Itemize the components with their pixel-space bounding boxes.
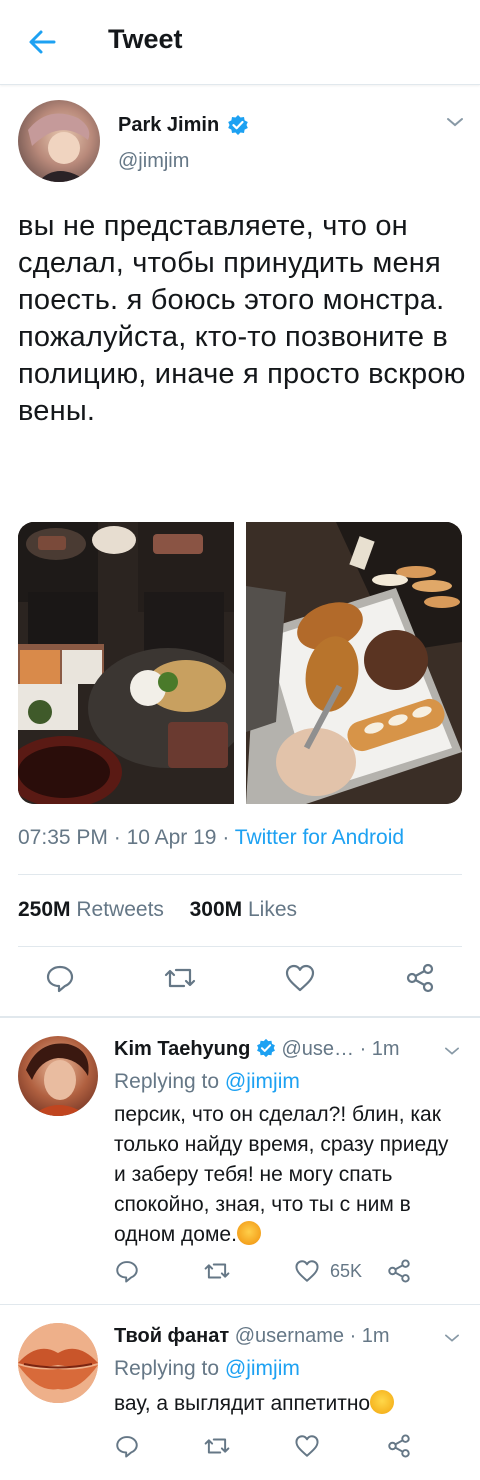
tweet-meta: 07:35 PM · 10 Apr 19 · Twitter for Andro…	[18, 826, 404, 850]
smiling-face-emoji-icon	[370, 1390, 395, 1414]
tweet-actions	[0, 962, 480, 1002]
separator-dot: ·	[222, 826, 230, 849]
chevron-down-icon[interactable]	[442, 1044, 462, 1058]
retweet-icon[interactable]	[204, 1433, 230, 1459]
tweet-text: вы не представляете, что он сделал, чтоб…	[18, 210, 466, 427]
author-name[interactable]: Park Jimin	[118, 114, 219, 136]
reply-icon[interactable]	[44, 962, 76, 994]
replying-to-handle[interactable]: @jimjim	[225, 1070, 300, 1093]
reply-time: 1m	[361, 1325, 390, 1347]
avatar[interactable]	[18, 1323, 98, 1403]
chevron-down-icon[interactable]	[442, 1331, 462, 1345]
reply-actions	[114, 1433, 434, 1461]
separator-dot: ·	[113, 826, 121, 849]
author-handle[interactable]: @use…	[281, 1038, 354, 1060]
divider	[18, 874, 462, 875]
chevron-down-icon[interactable]	[444, 114, 466, 130]
likes-stat[interactable]: 300M Likes	[190, 898, 297, 921]
tweet-time: 07:35 PM	[18, 826, 108, 849]
author-handle[interactable]: @username	[235, 1325, 344, 1347]
page-title: Tweet	[108, 24, 183, 54]
crying-face-emoji-icon	[236, 1221, 261, 1245]
author-name[interactable]: Твой фанат	[114, 1325, 229, 1347]
like-count: 65K	[330, 1260, 363, 1281]
verified-badge-icon	[227, 114, 248, 135]
tweet-stats: 250M Retweets 300M Likes	[18, 898, 297, 922]
avatar[interactable]	[18, 100, 100, 182]
author-name[interactable]: Kim Taehyung	[114, 1038, 250, 1060]
separator-dot: ·	[359, 1038, 367, 1060]
author-handle[interactable]: @jimjim	[118, 150, 189, 173]
replying-to: Replying to @jimjim	[114, 1357, 300, 1380]
back-arrow-icon[interactable]	[26, 26, 58, 58]
like-button[interactable]: 65K	[294, 1258, 362, 1284]
like-heart-icon[interactable]	[294, 1433, 320, 1459]
retweet-icon[interactable]	[204, 1258, 230, 1284]
reply-icon[interactable]	[114, 1258, 140, 1284]
reply-icon[interactable]	[114, 1433, 140, 1459]
separator-dot: ·	[349, 1325, 357, 1347]
pastry-photo-right[interactable]	[246, 522, 462, 804]
share-icon[interactable]	[404, 962, 436, 994]
reply-text: вау, а выглядит аппетитно	[114, 1389, 459, 1419]
tweet-date: 10 Apr 19	[126, 826, 217, 849]
avatar[interactable]	[18, 1036, 98, 1116]
retweets-stat[interactable]: 250M Retweets	[18, 898, 164, 921]
retweet-icon[interactable]	[164, 962, 196, 994]
reply-tweet[interactable]: Kim Taehyung @use… · 1m Replying to @jim…	[0, 1018, 480, 1302]
reply-tweet[interactable]: Твой фанат @username · 1m Replying to @j…	[0, 1305, 480, 1480]
top-bar: Tweet	[0, 0, 480, 85]
food-photo-left[interactable]	[18, 522, 234, 804]
reply-text: персик, что он сделал?! блин, как только…	[114, 1103, 449, 1246]
replying-to-handle[interactable]: @jimjim	[225, 1357, 300, 1380]
verified-badge-icon	[256, 1038, 275, 1057]
like-heart-icon	[295, 1260, 319, 1282]
tweet-media[interactable]	[18, 522, 462, 804]
share-icon[interactable]	[386, 1258, 412, 1284]
reply-actions: 65K	[114, 1258, 434, 1286]
tweet-source-link[interactable]: Twitter for Android	[235, 826, 404, 849]
like-heart-icon[interactable]	[284, 962, 316, 994]
share-icon[interactable]	[386, 1433, 412, 1459]
divider	[18, 946, 462, 947]
reply-time: 1m	[371, 1038, 400, 1060]
replying-to: Replying to @jimjim	[114, 1070, 300, 1093]
